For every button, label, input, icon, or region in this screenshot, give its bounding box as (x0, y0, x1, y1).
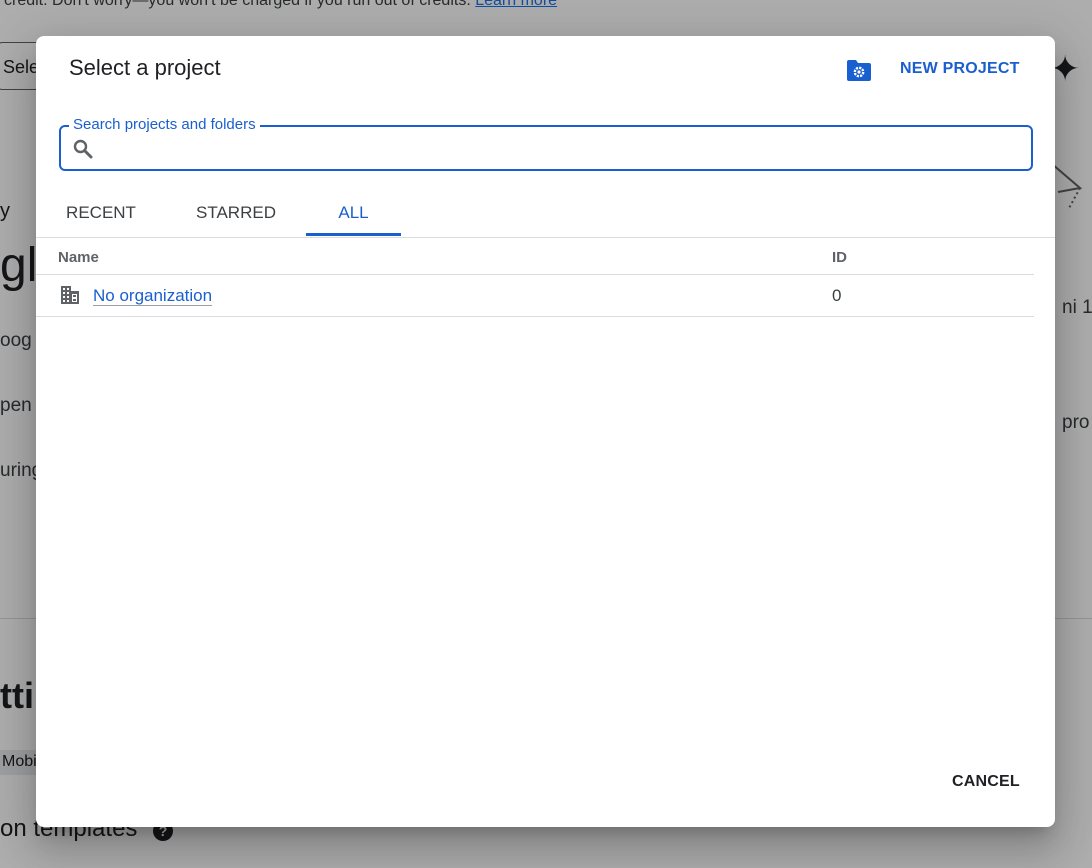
search-field[interactable]: Search projects and folders (59, 116, 1033, 171)
tab-recent[interactable]: RECENT (54, 196, 148, 236)
table-row[interactable]: No organization 0 (36, 275, 1034, 316)
tab-all[interactable]: ALL (306, 196, 401, 236)
tabs-divider (36, 237, 1055, 238)
new-project-button[interactable]: NEW PROJECT (888, 56, 1032, 82)
cancel-button[interactable]: CANCEL (940, 769, 1032, 795)
search-field-label: Search projects and folders (69, 116, 260, 134)
folder-settings-icon[interactable] (845, 57, 873, 83)
select-project-dialog: Select a project NEW PROJECT Search proj… (36, 36, 1055, 827)
tab-starred[interactable]: STARRED (186, 196, 286, 236)
search-icon (73, 139, 93, 159)
column-header-name[interactable]: Name (58, 249, 99, 266)
row-id: 0 (832, 286, 842, 305)
organization-icon (61, 286, 79, 304)
search-input[interactable] (103, 133, 1017, 165)
column-header-id[interactable]: ID (832, 249, 847, 266)
dialog-title: Select a project (69, 55, 221, 80)
organization-link[interactable]: No organization (93, 286, 212, 306)
row-divider (36, 316, 1034, 317)
project-tabs: RECENT STARRED ALL (36, 196, 1055, 238)
